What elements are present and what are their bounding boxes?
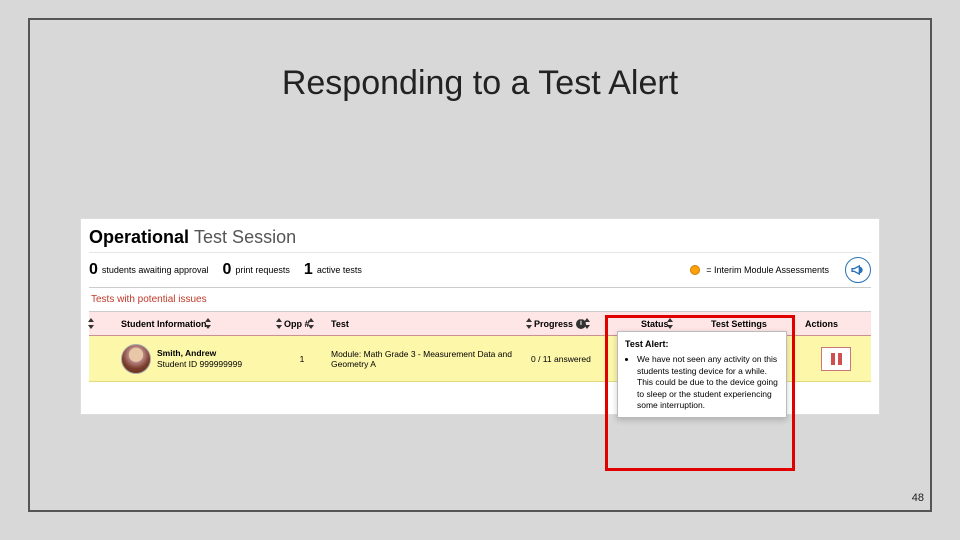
issues-heading: Tests with potential issues	[89, 288, 871, 312]
stat-print: 0 print requests	[222, 261, 289, 279]
stats-row: 0 students awaiting approval 0 print req…	[89, 252, 871, 288]
actions-cell	[801, 343, 871, 375]
col-opp[interactable]: Opp #	[277, 319, 327, 329]
popup-title: Test Alert:	[625, 338, 779, 350]
pause-icon	[831, 353, 835, 365]
slide-frame: Responding to a Test Alert Operational T…	[28, 18, 932, 512]
col-settings-label: Test Settings	[711, 319, 767, 329]
session-header: Operational Test Session	[89, 225, 871, 252]
test-name-cell: Module: Math Grade 3 - Measurement Data …	[327, 345, 527, 373]
opp-cell: 1	[277, 350, 327, 368]
popup-body: We have not seen any activity on this st…	[637, 354, 779, 411]
col-student-info-label: Student Information	[121, 319, 207, 329]
row-expand[interactable]	[89, 355, 117, 363]
megaphone-icon	[850, 262, 866, 278]
stat-awaiting: 0 students awaiting approval	[89, 261, 208, 279]
legend: = Interim Module Assessments	[690, 257, 871, 283]
col-progress[interactable]: Progress i	[527, 319, 637, 329]
col-actions-label: Actions	[805, 319, 838, 329]
stat-print-count: 0	[222, 261, 231, 279]
legend-label: = Interim Module Assessments	[706, 265, 829, 275]
pause-button[interactable]	[821, 347, 851, 371]
col-progress-label: Progress	[534, 319, 573, 329]
col-test-label: Test	[331, 319, 349, 329]
col-opp-label: Opp #	[284, 319, 310, 329]
col-status[interactable]: Status	[637, 319, 707, 329]
stat-awaiting-count: 0	[89, 261, 98, 279]
student-id: Student ID 999999999	[157, 359, 242, 370]
col-student-info[interactable]: Student Information	[117, 319, 277, 329]
stat-print-label: print requests	[235, 265, 290, 275]
student-cell: Smith, Andrew Student ID 999999999	[117, 340, 277, 378]
slide-title: Responding to a Test Alert	[30, 64, 930, 103]
stat-active-count: 1	[304, 261, 313, 279]
legend-dot-icon	[690, 265, 700, 275]
session-header-strong: Operational	[89, 227, 189, 247]
col-test[interactable]: Test	[327, 319, 527, 329]
pause-icon	[838, 353, 842, 365]
page-number: 48	[912, 492, 924, 504]
session-header-light: Test Session	[194, 227, 296, 247]
stat-awaiting-label: students awaiting approval	[102, 265, 209, 275]
stat-active-label: active tests	[317, 265, 362, 275]
col-settings[interactable]: Test Settings	[707, 319, 801, 329]
test-alert-popup: Test Alert: We have not seen any activit…	[617, 331, 787, 418]
announcements-button[interactable]	[845, 257, 871, 283]
student-name: Smith, Andrew	[157, 348, 242, 359]
stat-active: 1 active tests	[304, 261, 362, 279]
col-status-label: Status	[641, 319, 669, 329]
col-actions: Actions	[801, 319, 871, 329]
avatar	[121, 344, 151, 374]
